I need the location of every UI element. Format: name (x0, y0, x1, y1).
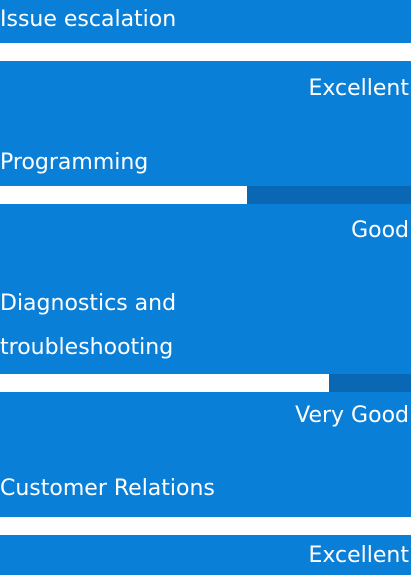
skill-name: Programming (0, 150, 149, 175)
skill-level-fill (0, 186, 247, 204)
skill-level-bar (0, 374, 411, 392)
skill-level-fill (0, 43, 411, 61)
skill-level-bar (0, 43, 411, 61)
skill-name: Issue escalation (0, 7, 177, 32)
skill-rating: Excellent (308, 543, 410, 568)
skill-name: Diagnostics and troubleshooting (0, 291, 177, 360)
skill-name: Customer Relations (0, 476, 215, 501)
skill-rating: Very Good (295, 403, 409, 428)
skill-level-bar (0, 186, 411, 204)
skill-list: Issue escalation Excellent Programming G… (0, 0, 411, 575)
skill-level-fill (0, 517, 411, 535)
skill-level-fill (0, 374, 329, 392)
skill-rating: Excellent (308, 76, 410, 101)
skill-level-bar (0, 517, 411, 535)
skill-rating: Good (351, 218, 409, 243)
